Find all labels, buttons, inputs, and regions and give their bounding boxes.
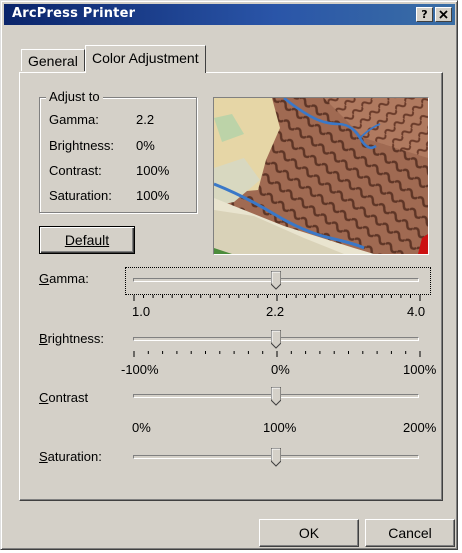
window-title: ArcPress Printer xyxy=(12,6,136,21)
cancel-button[interactable]: Cancel xyxy=(365,519,455,547)
tab-general[interactable]: General xyxy=(21,49,85,71)
gamma-slider-label: Gamma: xyxy=(39,271,89,286)
saturation-stat-label: Saturation: xyxy=(49,188,112,203)
gamma-max-label: 4.0 xyxy=(407,304,426,319)
gamma-stat-value: 2.2 xyxy=(136,112,155,127)
saturation-mnemonic: S xyxy=(39,449,48,464)
brightness-label-rest: rightness: xyxy=(47,331,105,346)
saturation-label-rest: aturation: xyxy=(47,449,102,464)
gamma-mid-label: 2.2 xyxy=(266,304,285,319)
contrast-min-label: 0% xyxy=(132,420,151,435)
gamma-label-rest: amma: xyxy=(49,271,89,286)
brightness-min-label: -100% xyxy=(121,362,159,377)
brightness-mid-label: 0% xyxy=(271,362,290,377)
gamma-slider-ticks xyxy=(133,295,421,301)
title-bar[interactable]: ArcPress Printer ? xyxy=(4,4,455,25)
close-icon xyxy=(439,10,448,19)
contrast-max-label: 200% xyxy=(403,420,437,435)
default-button[interactable]: Default xyxy=(39,226,135,254)
gamma-mnemonic: G xyxy=(39,271,50,286)
brightness-max-label: 100% xyxy=(403,362,437,377)
preview-image xyxy=(213,97,429,255)
gamma-slider-thumb[interactable] xyxy=(271,271,281,290)
tab-color-adjustment[interactable]: Color Adjustment xyxy=(85,45,206,73)
gamma-stat-label: Gamma: xyxy=(49,112,99,127)
dialog-window: ArcPress Printer ? General Color Adjustm… xyxy=(0,0,458,550)
contrast-mnemonic: C xyxy=(39,390,49,405)
ok-button[interactable]: OK xyxy=(259,519,359,547)
terrain-map-preview-icon xyxy=(214,98,428,254)
contrast-label-rest: ontrast xyxy=(48,390,89,405)
contrast-slider-label: Contrast xyxy=(39,390,88,405)
brightness-stat-value: 0% xyxy=(136,138,155,153)
brightness-stat-label: Brightness: xyxy=(49,138,115,153)
help-button[interactable]: ? xyxy=(416,7,433,22)
saturation-stat-value: 100% xyxy=(136,188,170,203)
saturation-slider-label: Saturation: xyxy=(39,449,102,464)
contrast-stat-value: 100% xyxy=(136,163,170,178)
saturation-slider-thumb[interactable] xyxy=(271,448,281,467)
brightness-mnemonic: B xyxy=(39,331,48,346)
contrast-stat-label: Contrast: xyxy=(49,163,102,178)
default-button-label: Default xyxy=(64,232,110,248)
adjust-to-legend: Adjust to xyxy=(46,89,103,104)
close-button[interactable] xyxy=(435,7,452,22)
contrast-mid-label: 100% xyxy=(263,420,297,435)
gamma-min-label: 1.0 xyxy=(132,304,151,319)
brightness-slider-label: Brightness: xyxy=(39,331,104,346)
contrast-slider-thumb[interactable] xyxy=(271,387,281,406)
brightness-slider-ticks xyxy=(133,351,421,357)
brightness-slider-thumb[interactable] xyxy=(271,330,281,349)
